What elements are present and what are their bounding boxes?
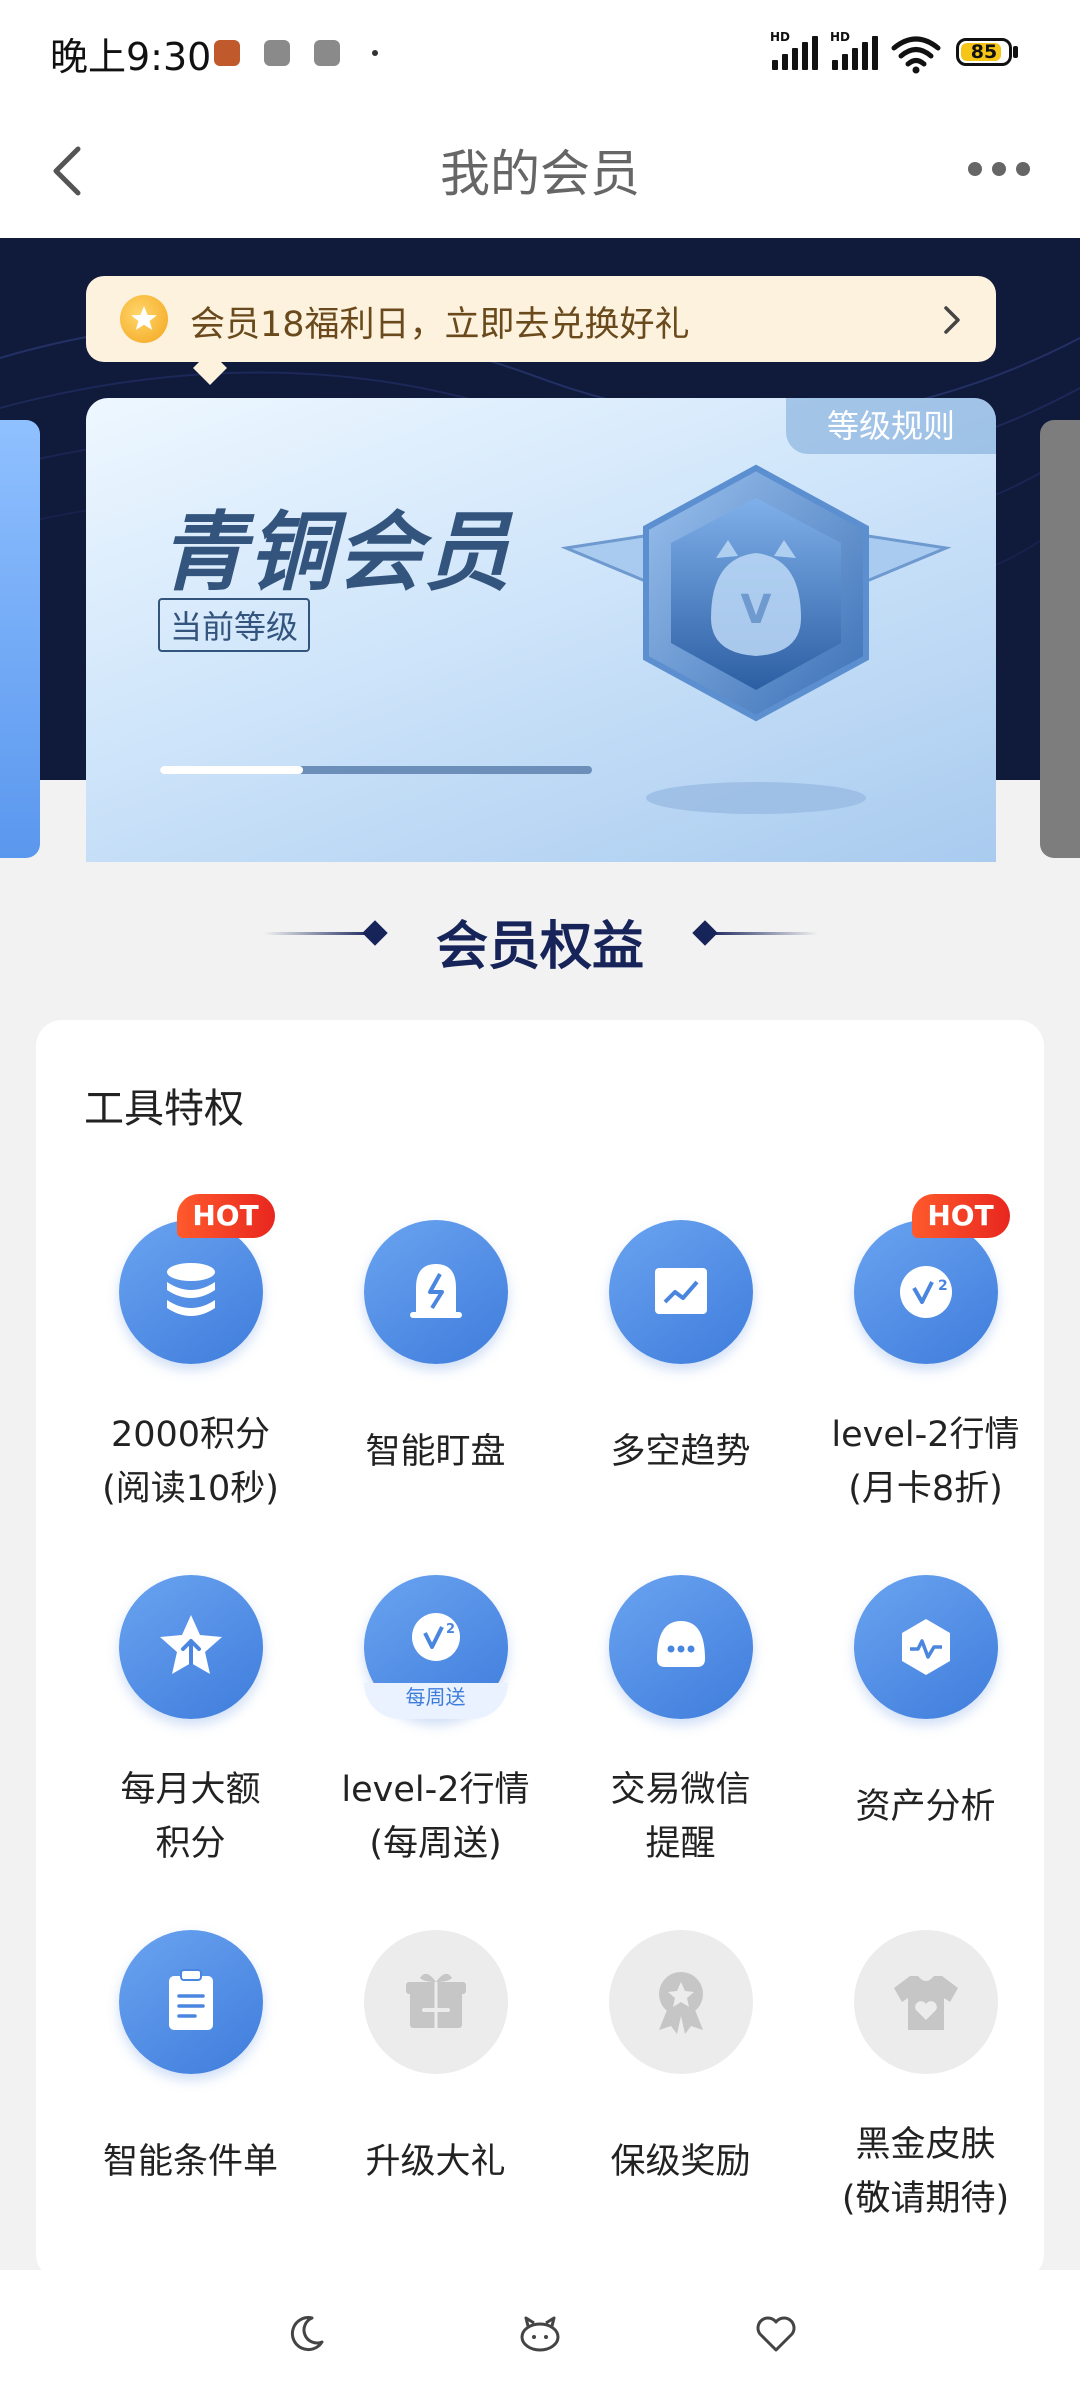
coins-stack-icon	[118, 1220, 263, 1364]
gift-icon	[363, 1930, 508, 2074]
pig-icon[interactable]	[516, 2310, 564, 2358]
star-arrow-up-icon	[118, 1575, 263, 1719]
battery-icon: 85	[956, 38, 1012, 66]
privilege-label: 智能条件单	[102, 2142, 278, 2182]
privilege-label: level-2行情 (每周送)	[341, 1770, 530, 1864]
section-title: 会员权益	[435, 917, 644, 977]
hexagon-pulse-icon	[853, 1575, 998, 1719]
svg-text:V: V	[741, 587, 772, 633]
privilege-label: 每月大额 积分	[120, 1770, 261, 1864]
dot-icon	[372, 50, 378, 56]
level2-v2-icon: 2	[853, 1220, 998, 1364]
chevron-right-icon	[944, 306, 960, 334]
svg-text:2: 2	[446, 1622, 455, 1637]
privilege-label: 黑金皮肤 (敬请期待)	[841, 2125, 1010, 2219]
tool-privileges-card: 工具特权 HOT 2000积分 (阅读10秒) 智能盯盘 多空趋势 2 HOT level-…	[36, 1020, 1044, 2280]
privilege-label: 2000积分 (阅读10秒)	[102, 1415, 279, 1509]
bell-lightning-icon	[363, 1220, 508, 1364]
privilege-label: 智能盯盘	[365, 1432, 506, 1472]
banner-text: 会员18福利日，立即去兑换好礼	[190, 305, 690, 345]
privilege-label: 资产分析	[855, 1787, 996, 1827]
privilege-label: 交易微信 提醒	[610, 1770, 751, 1864]
weekly-tag: 每周送	[363, 1683, 508, 1719]
level2-weekly-icon: 2 每周送	[363, 1575, 508, 1719]
hd-signal-icon	[772, 34, 818, 70]
hot-badge: HOT	[911, 1194, 1010, 1238]
trend-board-icon	[608, 1220, 753, 1364]
star-coin-icon	[120, 295, 168, 343]
bronze-owl-badge-icon: V	[560, 464, 952, 814]
bottom-nav	[0, 2270, 1080, 2400]
level-progress-bar	[160, 766, 592, 774]
hot-badge: HOT	[176, 1194, 275, 1238]
status-bar: 晚上9:30 HD HD 85	[0, 0, 1080, 104]
prev-level-card[interactable]	[0, 420, 40, 858]
section-header: 会员权益	[0, 900, 1080, 977]
next-level-card[interactable]	[1040, 420, 1080, 858]
page-title: 我的会员	[440, 145, 640, 203]
svg-text:2: 2	[938, 1278, 948, 1294]
award-medal-icon	[608, 1930, 753, 2074]
chat-bubble-icon	[608, 1575, 753, 1719]
privilege-label: level-2行情 (月卡8折)	[831, 1415, 1020, 1509]
card-title: 工具特权	[84, 1086, 244, 1132]
battery-level: 85	[970, 41, 998, 63]
level-progress-fill	[160, 766, 303, 774]
wechat-icon	[264, 40, 290, 66]
privilege-label: 保级奖励	[610, 2142, 751, 2182]
status-time: 晚上9:30	[50, 35, 212, 79]
privilege-label: 多空趋势	[610, 1432, 751, 1472]
level-card: 等级规则 青铜会员 当前等级 V	[86, 398, 996, 862]
welfare-day-banner[interactable]: 会员18福利日，立即去兑换好礼	[86, 276, 996, 362]
wifi-icon	[891, 36, 941, 74]
heart-icon[interactable]	[752, 2310, 800, 2358]
current-level-tag: 当前等级	[158, 598, 311, 652]
app-notification-icon	[214, 40, 240, 66]
privilege-label: 升级大礼	[365, 2142, 506, 2182]
title-bar: 我的会员	[0, 104, 1080, 238]
level-name: 青铜会员	[160, 503, 512, 603]
more-dots-icon[interactable]	[968, 154, 1038, 184]
tshirt-heart-icon	[853, 1930, 998, 2074]
hd-signal-icon	[832, 34, 878, 70]
clipboard-icon	[118, 1930, 263, 2074]
moon-icon[interactable]	[282, 2310, 330, 2358]
lock-icon	[314, 40, 340, 66]
